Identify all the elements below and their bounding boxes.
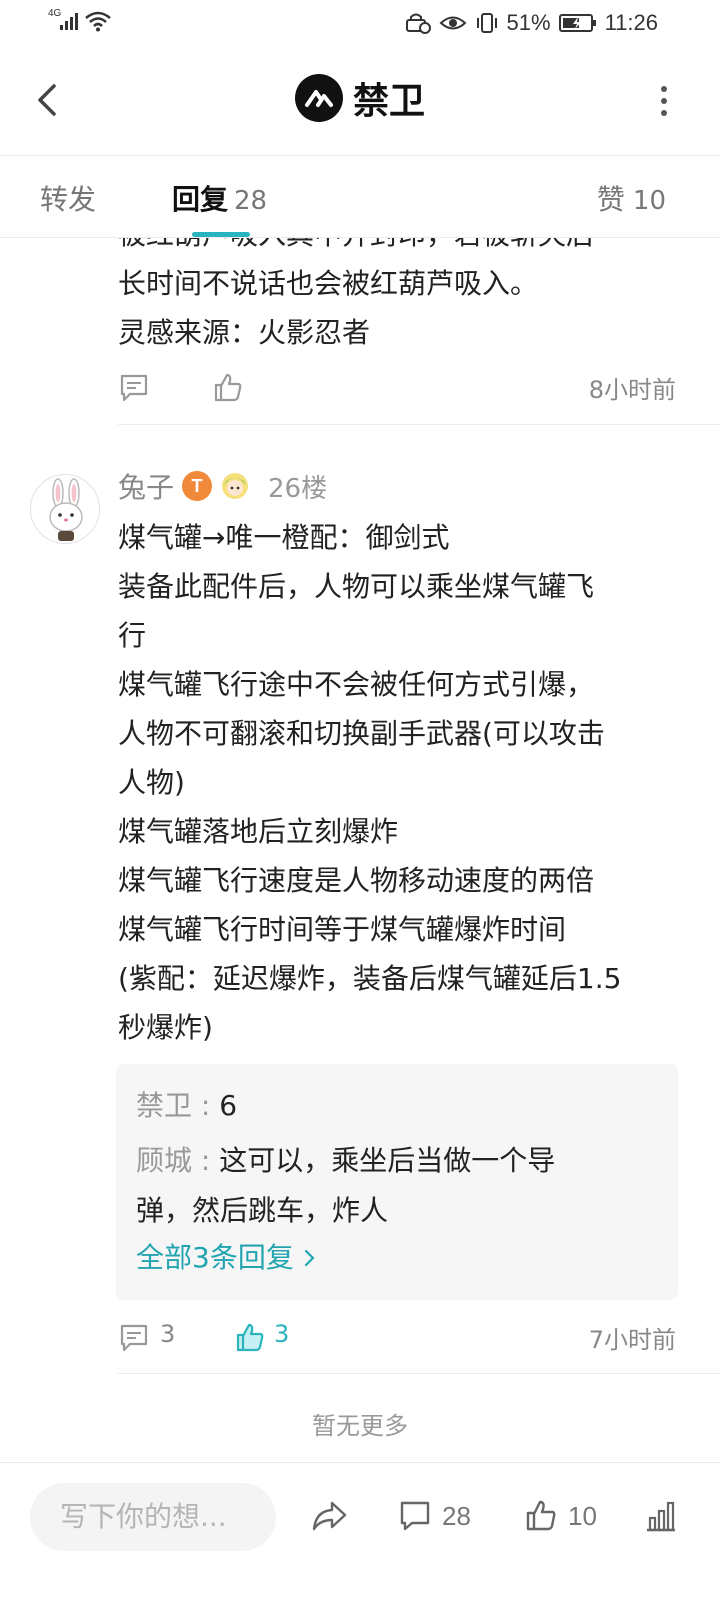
signal-group: 4G: [48, 8, 112, 32]
signal-icon: [60, 12, 78, 30]
more-vertical-icon: [661, 86, 667, 116]
tab-reply-label: 回复: [172, 183, 229, 216]
view-all-replies-link[interactable]: 全部3条回复: [136, 1236, 317, 1276]
reply-text: 弹，然后跳车，炸人: [136, 1194, 389, 1227]
tab-like[interactable]: 赞 10: [597, 178, 666, 218]
divider: [118, 424, 720, 425]
battery-percent: 51%: [506, 10, 551, 35]
reply-separator: :: [192, 1089, 220, 1122]
view-all-replies-label: 全部3条回复: [136, 1241, 294, 1274]
tab-like-label: 赞: [596, 183, 625, 216]
post-body: 煤气罐→唯一橙配：御剑式 装备此配件后，人物可以乘坐煤气罐飞 行 煤气罐飞行途中…: [118, 513, 678, 1052]
bar-chart-icon: [647, 1501, 675, 1532]
text-line: 长时间不说话也会被红葫芦吸入。: [118, 267, 539, 300]
tab-forward-label: 转发: [40, 183, 97, 216]
battery-icon: [558, 14, 596, 32]
app-logo-icon: [294, 74, 343, 122]
page-title: 禁卫: [352, 81, 425, 122]
comment-icon[interactable]: [118, 1322, 150, 1354]
post-time: 7小时前: [588, 1326, 676, 1354]
comment-button[interactable]: 28: [398, 1499, 471, 1533]
clock: 11:26: [604, 10, 658, 35]
floor-number: 26楼: [268, 473, 328, 504]
reply-author[interactable]: 禁卫: [136, 1089, 192, 1122]
text-line: 煤气罐飞行速度是人物移动速度的两倍: [118, 864, 595, 897]
tab-bar: 转发 回复 28 赞 10: [0, 156, 720, 238]
text-line: 人物): [118, 766, 185, 799]
nested-reply[interactable]: 顾城 : 这可以，乘坐后当做一个导: [136, 1136, 666, 1186]
comment-count: 3: [160, 1320, 176, 1348]
text-line: 被红葫芦吸入其中并封印，若被斩灭后: [118, 238, 678, 259]
more-options-button[interactable]: [658, 84, 670, 118]
rabbit-avatar-icon: [49, 478, 83, 541]
username[interactable]: 兔子: [118, 466, 174, 506]
like-button[interactable]: 10: [524, 1499, 597, 1533]
network-type: 4G: [48, 8, 62, 19]
active-tab-indicator: [192, 232, 250, 237]
vibrate-icon: [476, 13, 497, 33]
reply-author[interactable]: 顾城: [136, 1144, 192, 1177]
bottom-action-bar: 写下你的想... 28 10: [0, 1462, 720, 1600]
avatar[interactable]: [30, 474, 100, 544]
divider: [118, 1373, 720, 1374]
reply-separator: :: [192, 1144, 220, 1177]
status-bar: 4G 51% 11:26: [0, 0, 720, 48]
tab-like-count: 10: [632, 186, 666, 216]
vpn-lock-icon: [405, 13, 431, 34]
top-app-bar: 禁卫: [0, 48, 720, 156]
previous-post-actions: 8小时前: [118, 368, 676, 408]
comment-icon: [400, 1501, 430, 1531]
share-icon: [312, 1501, 347, 1531]
reply-text: 这可以，乘坐后当做一个导: [219, 1144, 556, 1177]
like-count: 3: [274, 1320, 290, 1348]
stats-button[interactable]: [644, 1499, 678, 1533]
text-line: 行: [118, 619, 147, 652]
text-line: 煤气罐→唯一橙配：御剑式: [118, 521, 450, 554]
text-line: 煤气罐飞行途中不会被任何方式引爆，: [118, 668, 595, 701]
previous-post-text: 被红葫芦吸入其中并封印，若被斩灭后 长时间不说话也会被红葫芦吸入。 灵感来源：火…: [118, 238, 678, 357]
thumb-up-icon[interactable]: [212, 372, 244, 404]
thumb-up-icon[interactable]: [234, 1322, 266, 1354]
comment-input[interactable]: 写下你的想...: [30, 1483, 276, 1551]
nested-reply-continued: 弹，然后跳车，炸人: [136, 1186, 666, 1236]
post-actions: 3 3 7小时前: [118, 1318, 676, 1358]
reply-feed[interactable]: 被红葫芦吸入其中并封印，若被斩灭后 长时间不说话也会被红葫芦吸入。 灵感来源：火…: [0, 238, 720, 1462]
text-line: (紫配：延迟爆炸，装备后煤气罐延后1.5: [118, 962, 622, 995]
character-badge-icon: [222, 473, 249, 499]
reply-text: 6: [219, 1089, 238, 1122]
text-line: 煤气罐落地后立刻爆炸: [118, 815, 399, 848]
text-line: 人物不可翻滚和切换副手武器(可以攻击: [118, 717, 605, 750]
post-time: 8小时前: [588, 376, 676, 404]
comment-icon[interactable]: [118, 372, 150, 404]
status-right: 51% 11:26: [405, 10, 658, 36]
text-line: 秒爆炸): [118, 1011, 213, 1044]
wifi-icon: [85, 11, 111, 32]
text-line: 装备此配件后，人物可以乘坐煤气罐飞: [118, 570, 595, 603]
nested-replies[interactable]: 禁卫 : 6 顾城 : 这可以，乘坐后当做一个导 弹，然后跳车，炸人 全部3条回…: [116, 1064, 678, 1300]
eye-icon: [439, 16, 467, 30]
tab-forward[interactable]: 转发: [40, 178, 96, 218]
text-line: 煤气罐飞行时间等于煤气罐爆炸时间: [118, 913, 567, 946]
comment-total: 28: [442, 1500, 471, 1531]
like-total: 10: [568, 1500, 597, 1531]
post-author-row: 兔子 T 26楼: [118, 466, 327, 506]
level-badge: T: [182, 471, 213, 501]
tab-reply[interactable]: 回复 28: [172, 178, 267, 218]
end-of-list-label: 暂无更多: [312, 1412, 408, 1440]
text-line: 灵感来源：火影忍者: [118, 316, 371, 349]
chevron-right-icon: [304, 1249, 315, 1267]
thumb-up-icon: [526, 1500, 556, 1531]
nested-reply[interactable]: 禁卫 : 6: [136, 1081, 666, 1131]
tab-reply-count: 28: [234, 186, 268, 216]
share-button[interactable]: [310, 1499, 348, 1533]
title-group[interactable]: 禁卫: [0, 72, 720, 124]
